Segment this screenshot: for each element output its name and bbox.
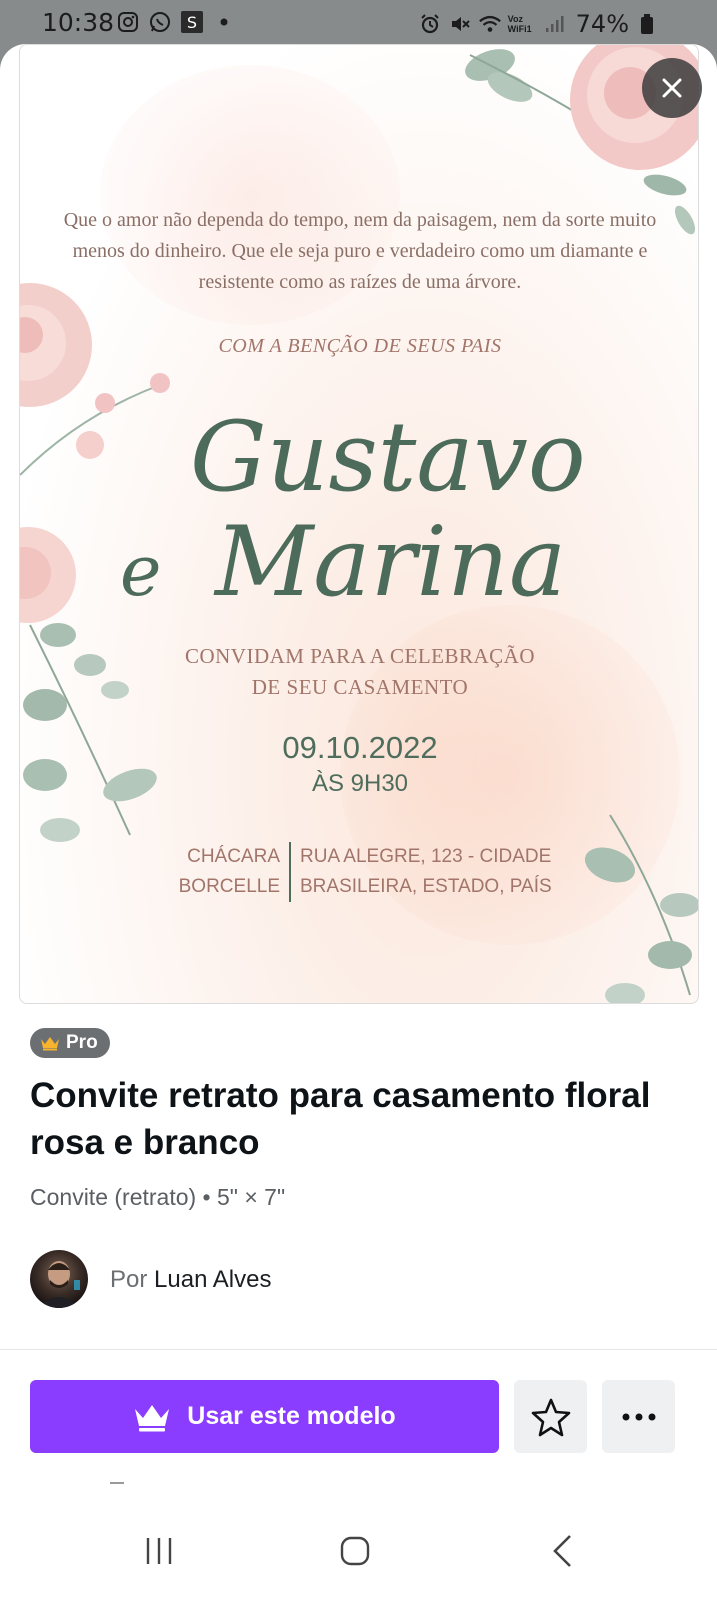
groom-name: Gustavo	[190, 401, 586, 513]
couple-names: Gustavo e Marina	[120, 370, 600, 618]
more-options-button[interactable]	[602, 1380, 675, 1453]
pro-badge: Pro	[30, 1028, 110, 1058]
svg-text:S: S	[187, 13, 197, 32]
home-icon[interactable]	[340, 1536, 370, 1566]
invitation-line-1: CONVIDAM PARA A CELEBRAÇÃO	[184, 644, 536, 668]
notification-icons: S	[116, 10, 236, 34]
address-line-2: BRASILEIRA, ESTADO, PAÍS	[300, 876, 552, 897]
star-icon	[531, 1398, 570, 1436]
signal-icon	[542, 12, 566, 36]
event-time: ÀS 9H30	[311, 770, 409, 797]
alarm-icon	[418, 12, 442, 36]
use-template-button[interactable]: Usar este modelo	[30, 1380, 499, 1453]
system-nav-bar	[0, 1524, 717, 1600]
more-icon	[622, 1413, 655, 1420]
author-avatar[interactable]	[30, 1250, 88, 1308]
pro-badge-label: Pro	[66, 1032, 98, 1053]
event-date: 09.10.2022	[282, 730, 438, 765]
wifi-icon	[478, 12, 502, 36]
crown-icon	[41, 1037, 59, 1051]
scroll-indicator	[110, 1482, 124, 1484]
author-line: Por Luan Alves	[110, 1266, 271, 1294]
voz-wifi-label: Voz WiFi1	[507, 14, 532, 34]
template-meta: Convite (retrato) • 5" × 7"	[30, 1184, 286, 1210]
use-template-label: Usar este modelo	[187, 1402, 396, 1430]
eucalyptus-decoration-bottom-right	[584, 814, 698, 1003]
venue-name: CHÁCARA BORCELLE	[140, 842, 280, 902]
close-button[interactable]	[642, 58, 702, 118]
bride-name: Marina	[213, 506, 566, 610]
system-icons: Voz WiFi1 74%	[418, 10, 659, 38]
back-icon[interactable]	[550, 1534, 574, 1568]
template-sheet: Que o amor não dependa do tempo, nem da …	[0, 44, 717, 1600]
s-app-icon: S	[180, 10, 204, 34]
dot-icon	[212, 10, 236, 34]
invitation-line-2: DE SEU CASAMENTO	[251, 675, 469, 699]
recent-apps-icon[interactable]	[144, 1536, 174, 1566]
venue-address: RUA ALEGRE, 123 - CIDADE BRASILEIRA, EST…	[300, 842, 600, 902]
invitation-text: CONVIDAM PARA A CELEBRAÇÃO DE SEU CASAME…	[60, 641, 660, 703]
invitation-quote: Que o amor não dependa do tempo, nem da …	[63, 209, 657, 293]
status-bar: 10:38 S Voz WiFi1 74%	[0, 0, 717, 46]
battery-percent: 74%	[575, 10, 629, 38]
venue-divider	[289, 842, 291, 902]
favorite-button[interactable]	[514, 1380, 587, 1453]
venue-line-2: BORCELLE	[178, 876, 280, 897]
instagram-icon	[116, 10, 140, 34]
address-line-1: RUA ALEGRE, 123 - CIDADE	[300, 846, 552, 867]
author-name[interactable]: Luan Alves	[154, 1266, 271, 1293]
status-time: 10:38	[42, 8, 115, 37]
close-icon	[662, 78, 682, 98]
template-preview[interactable]: Que o amor não dependa do tempo, nem da …	[19, 44, 699, 1004]
mute-icon	[448, 12, 472, 36]
venue-line-1: CHÁCARA	[187, 846, 280, 867]
crown-icon	[135, 1404, 170, 1431]
template-title: Convite retrato para casamento floral ro…	[30, 1076, 651, 1162]
whatsapp-icon	[148, 10, 172, 34]
names-conjunction: e	[120, 530, 161, 610]
blessing-line: COM A BENÇÃO DE SEUS PAIS	[218, 335, 502, 357]
author-prefix: Por	[110, 1266, 148, 1293]
battery-icon	[635, 12, 659, 36]
